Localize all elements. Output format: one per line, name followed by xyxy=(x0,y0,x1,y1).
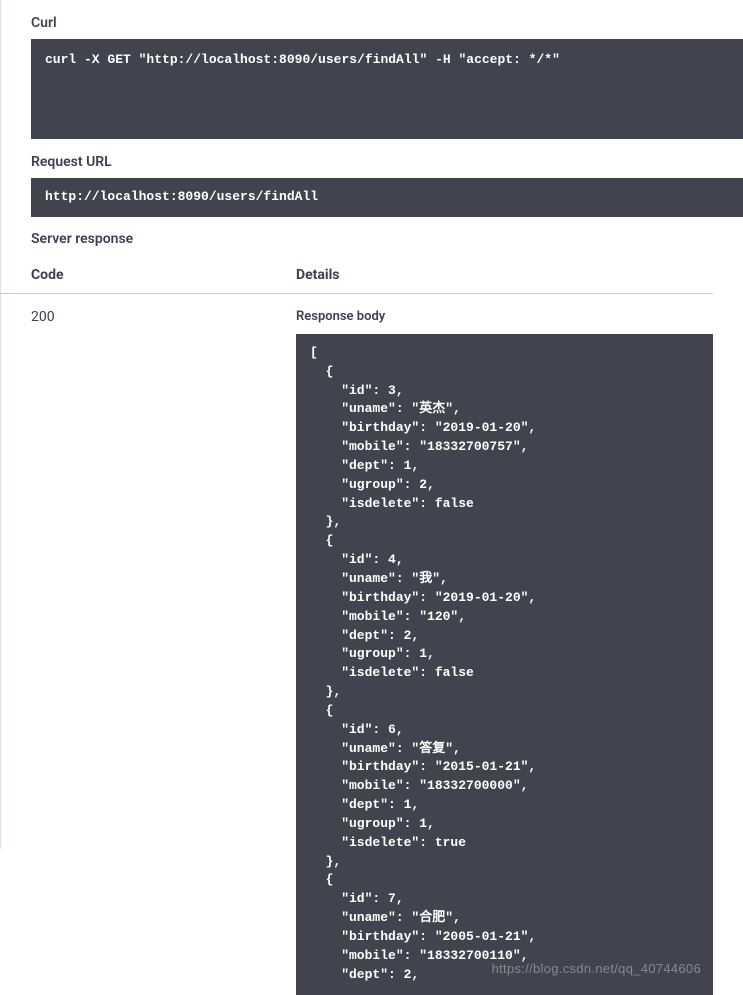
response-body-heading: Response body xyxy=(296,309,713,334)
response-row: 200 Response body [ { "id": 3, "uname": … xyxy=(1,294,743,995)
details-column-header: Details xyxy=(296,267,683,283)
curl-command-block[interactable]: curl -X GET "http://localhost:8090/users… xyxy=(31,39,743,139)
response-panel: Curl curl -X GET "http://localhost:8090/… xyxy=(0,0,743,849)
response-details: Response body [ { "id": 3, "uname": "英杰"… xyxy=(296,309,713,995)
status-code: 200 xyxy=(31,309,296,995)
code-column-header: Code xyxy=(31,267,296,283)
server-response-heading: Server response xyxy=(1,217,743,255)
response-table-header: Code Details xyxy=(1,255,713,294)
response-body-text: [ { "id": 3, "uname": "英杰", "birthday": … xyxy=(310,345,536,982)
request-url-heading: Request URL xyxy=(1,139,743,178)
request-url-block[interactable]: http://localhost:8090/users/findAll xyxy=(31,178,743,217)
watermark-text: https://blog.csdn.net/qq_40744606 xyxy=(492,960,701,979)
response-body-block[interactable]: [ { "id": 3, "uname": "英杰", "birthday": … xyxy=(296,334,713,995)
curl-heading: Curl xyxy=(1,0,743,39)
